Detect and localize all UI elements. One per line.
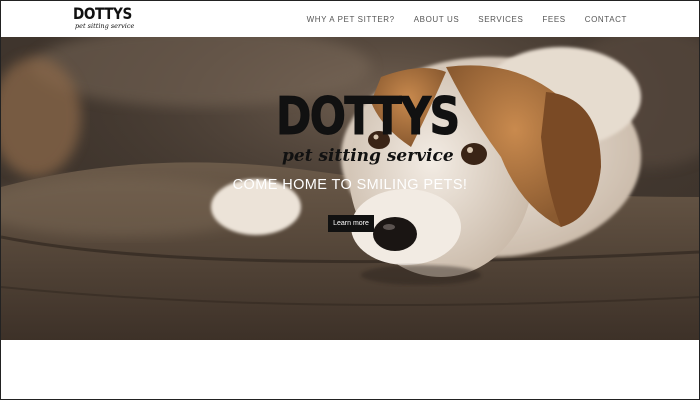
logo-subtitle: pet sitting service (75, 22, 135, 30)
hero-logo-title: DOTTYS (276, 87, 461, 147)
nav-fees[interactable]: FEES (542, 15, 565, 24)
site-logo[interactable]: DOTTYS pet sitting service (72, 6, 134, 34)
browser-frame: DOTTYS pet sitting service WHY A PET SIT… (0, 0, 700, 400)
nav-services[interactable]: SERVICES (478, 15, 523, 24)
learn-more-button[interactable]: Learn more (328, 215, 374, 232)
main-nav: WHY A PET SITTER? ABOUT US SERVICES FEES… (288, 1, 627, 37)
nav-about-us[interactable]: ABOUT US (414, 15, 460, 24)
content-area (1, 340, 699, 399)
hero-tagline: COME HOME TO SMILING PETS! (232, 177, 468, 193)
hero-content: DOTTYS pet sitting service COME HOME TO … (1, 37, 699, 340)
hero-banner: DOTTYS pet sitting service COME HOME TO … (1, 37, 699, 340)
site-header: DOTTYS pet sitting service WHY A PET SIT… (1, 1, 699, 37)
logo-title: DOTTYS (73, 4, 132, 23)
nav-why-a-pet-sitter[interactable]: WHY A PET SITTER? (307, 15, 395, 24)
nav-contact[interactable]: CONTACT (585, 15, 627, 24)
hero-logo-subtitle: pet sitting service (282, 146, 454, 166)
